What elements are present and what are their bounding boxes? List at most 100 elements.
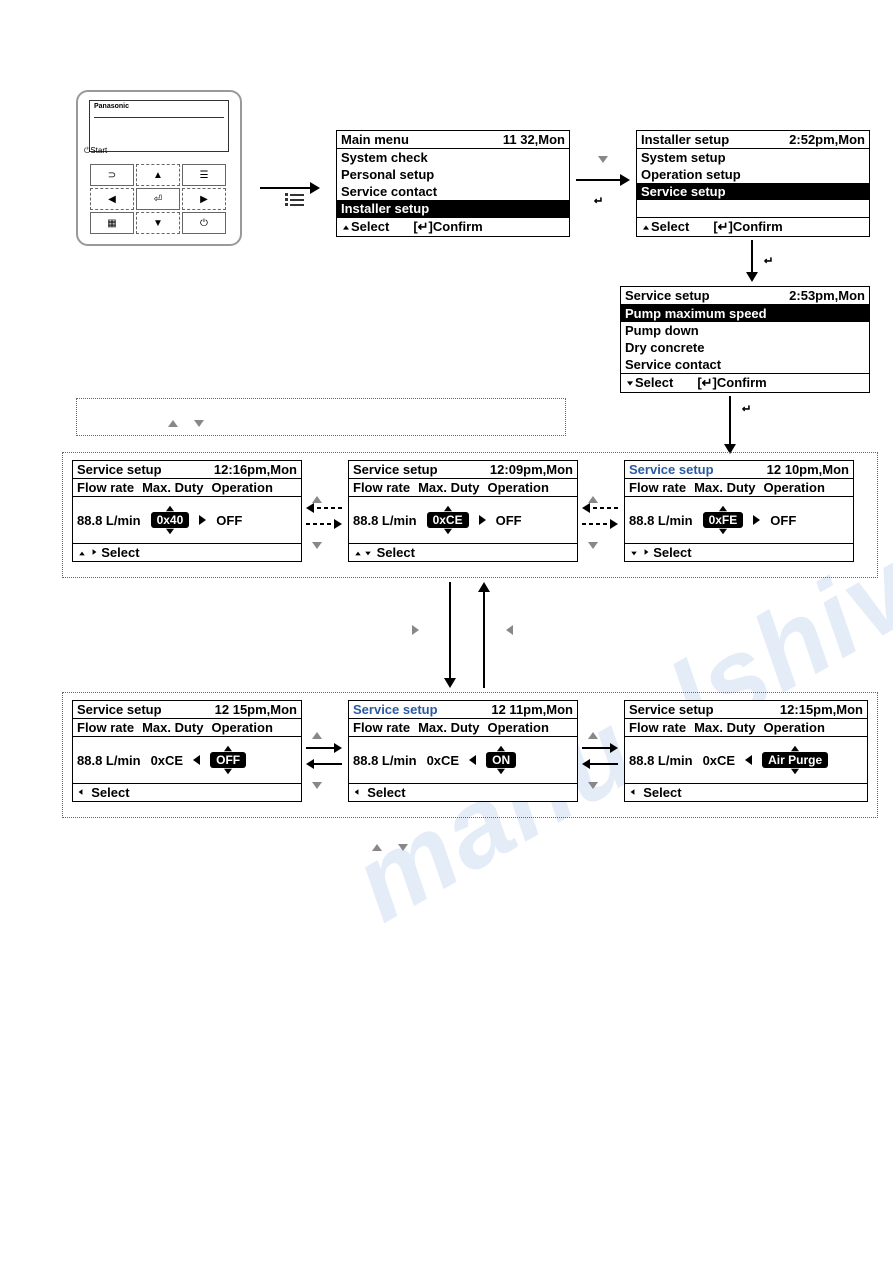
arrow-left-icon	[469, 755, 476, 765]
panel-svc-3: Service setup12 10pm,Mon Flow rateMax. D…	[624, 460, 854, 562]
nav-updown-icon	[598, 150, 608, 168]
menu-icon	[290, 194, 304, 206]
p2-time: 12:09pm,Mon	[490, 462, 573, 477]
col-flow: Flow rate	[77, 480, 134, 495]
arrow-p1-p2-r	[306, 518, 342, 530]
nav-up-icon	[168, 414, 178, 432]
svcm-item-1[interactable]: Pump down	[621, 322, 869, 339]
p5-title: Service setup	[353, 702, 438, 717]
p3-title: Service setup	[629, 462, 714, 477]
col-duty: Max. Duty	[142, 480, 203, 495]
p3-time: 12 10pm,Mon	[767, 462, 849, 477]
panel-svc-2: Service setup12:09pm,Mon Flow rateMax. D…	[348, 460, 578, 562]
panel-main-menu: Main menu 11 32,Mon System check Personal…	[336, 130, 570, 237]
op-spinner[interactable]: OFF	[210, 745, 246, 775]
p2-duty: 0xCE	[427, 512, 469, 528]
controller-brand: Panasonic	[94, 103, 129, 110]
controller-keypad: ⊃ ▲ ☰ ◀ ⏎ ▶ ▦ ▼ ⏻	[90, 164, 226, 234]
arrow-left-icon	[193, 755, 200, 765]
p4-flow: 88.8 L/min	[77, 753, 141, 768]
p4-op: OFF	[210, 752, 246, 768]
inst-foot-confirm: [↵]Confirm	[713, 219, 782, 235]
arrow-right-icon	[479, 515, 486, 525]
nav-left-mid	[506, 622, 513, 640]
nav-down-r2a	[312, 776, 322, 794]
back-button[interactable]: ⊃	[90, 164, 134, 186]
svcm-foot-select: Select	[625, 375, 673, 391]
panel-svc-1: Service setup12:16pm,Mon Flow rateMax. D…	[72, 460, 302, 562]
svcm-item-0[interactable]: Pump maximum speed	[621, 305, 869, 322]
p3-foot: Select	[629, 545, 692, 560]
p6-title: Service setup	[629, 702, 714, 717]
watermark: manualshive.com	[332, 360, 893, 947]
p1-op: OFF	[216, 513, 242, 528]
p6-foot: Select	[629, 785, 682, 800]
arrow-p4-p5-l	[306, 758, 342, 770]
arrow-main-to-installer	[576, 170, 630, 190]
up-button[interactable]: ▲	[136, 164, 180, 186]
inst-item-1[interactable]: Operation setup	[637, 166, 869, 183]
menu-button[interactable]: ☰	[182, 164, 226, 186]
main-foot-select: Select	[341, 219, 389, 235]
p2-flow: 88.8 L/min	[353, 513, 417, 528]
inst-title: Installer setup	[641, 132, 729, 147]
main-item-2[interactable]: Service contact	[337, 183, 569, 200]
arrow-p5-p6-l	[582, 758, 618, 770]
main-item-3[interactable]: Installer setup	[337, 200, 569, 217]
arrow-p2-p3-r	[582, 518, 618, 530]
op-spinner[interactable]: Air Purge	[762, 745, 828, 775]
nav-down-small	[312, 536, 322, 554]
p4-duty: 0xCE	[151, 753, 184, 768]
left-button[interactable]: ◀	[90, 188, 134, 210]
nav-up-r2b	[588, 726, 598, 744]
grid-button[interactable]: ▦	[90, 212, 134, 234]
duty-spinner[interactable]: 0xCE	[427, 505, 469, 535]
down-button[interactable]: ▼	[136, 212, 180, 234]
main-item-0[interactable]: System check	[337, 149, 569, 166]
p2-foot: Select	[353, 545, 415, 560]
panel-service-setup-menu: Service setup2:53pm,Mon Pump maximum spe…	[620, 286, 870, 393]
duty-spinner[interactable]: 0x40	[151, 505, 190, 535]
p1-time: 12:16pm,Mon	[214, 462, 297, 477]
p1-foot: Select	[77, 545, 140, 560]
p1-flow: 88.8 L/min	[77, 513, 141, 528]
power-button[interactable]: ⏻	[182, 212, 226, 234]
p3-duty: 0xFE	[703, 512, 744, 528]
controller-lcd-line	[94, 117, 224, 118]
main-title: Main menu	[341, 132, 409, 147]
svcm-item-3[interactable]: Service contact	[621, 356, 869, 373]
arrow-right-icon	[753, 515, 760, 525]
dotted-group-topleft	[76, 398, 566, 436]
nav-down-icon	[194, 414, 204, 432]
panel-svc-4: Service setup12 15pm,Mon Flow rateMax. D…	[72, 700, 302, 802]
arrow-inst-to-svc	[742, 240, 762, 282]
main-time: 11 32,Mon	[503, 132, 565, 147]
svcm-time: 2:53pm,Mon	[789, 288, 865, 303]
p5-time: 12 11pm,Mon	[491, 702, 573, 717]
inst-item-0[interactable]: System setup	[637, 149, 869, 166]
p5-duty: 0xCE	[427, 753, 460, 768]
arrow-row-up	[474, 582, 494, 688]
main-foot-confirm: [↵]Confirm	[413, 219, 482, 235]
panel-svc-6: Service setup12:15pm,Mon Flow rateMax. D…	[624, 700, 868, 802]
p4-foot: Select	[77, 785, 130, 800]
controller-lcd: Panasonic	[89, 100, 229, 152]
p1-duty: 0x40	[151, 512, 190, 528]
nav-down-bottom	[398, 838, 408, 856]
p6-time: 12:15pm,Mon	[780, 702, 863, 717]
svcm-item-2[interactable]: Dry concrete	[621, 339, 869, 356]
p2-title: Service setup	[353, 462, 438, 477]
panel-installer-setup: Installer setup2:52pm,Mon System setup O…	[636, 130, 870, 237]
main-item-1[interactable]: Personal setup	[337, 166, 569, 183]
nav-down-r2b	[588, 776, 598, 794]
right-button[interactable]: ▶	[182, 188, 226, 210]
enter-button[interactable]: ⏎	[136, 188, 180, 210]
nav-up-bottom	[372, 838, 382, 856]
nav-right-mid	[412, 622, 419, 640]
nav-down-small-2	[588, 536, 598, 554]
svcm-foot-confirm: [↵]Confirm	[697, 375, 766, 391]
duty-spinner[interactable]: 0xFE	[703, 505, 744, 535]
op-spinner[interactable]: ON	[486, 745, 516, 775]
nav-up-small-2	[588, 490, 598, 508]
inst-item-2[interactable]: Service setup	[637, 183, 869, 200]
